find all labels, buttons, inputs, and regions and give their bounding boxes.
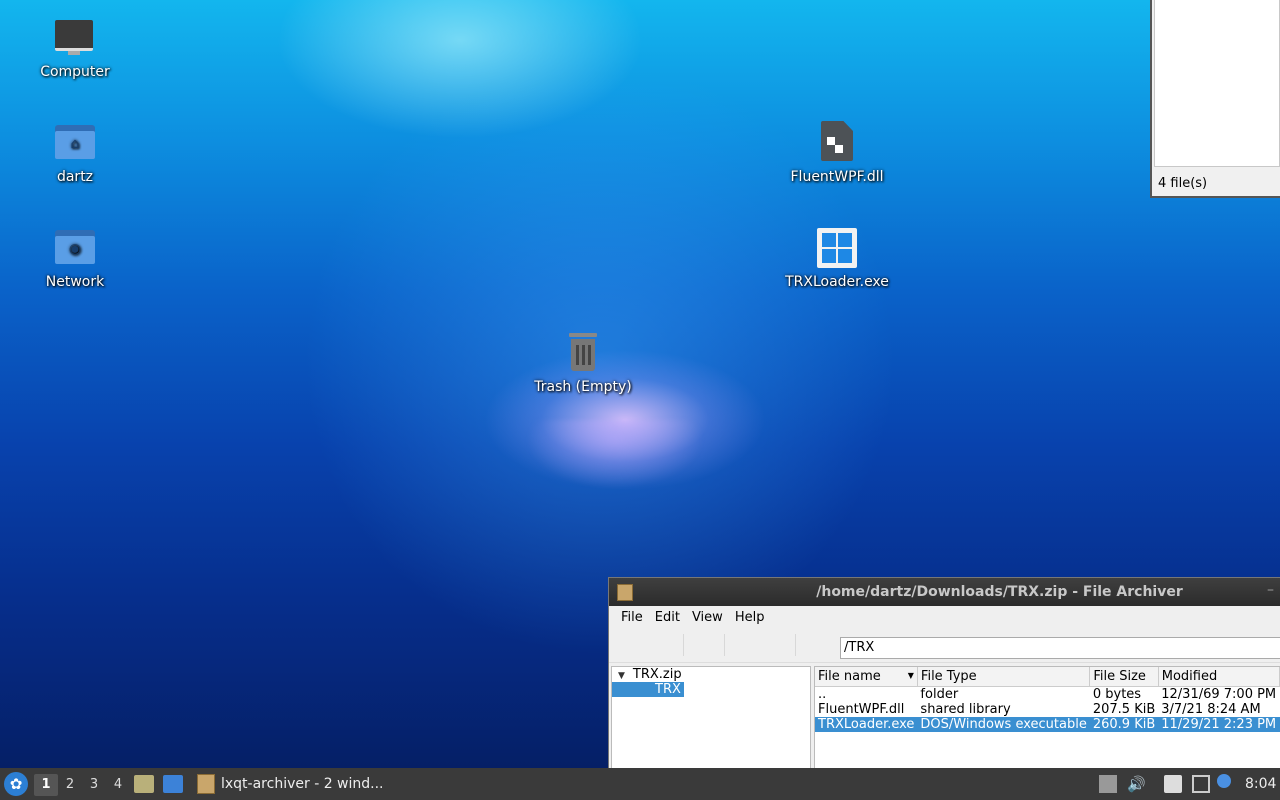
file-view[interactable] (1154, 0, 1280, 167)
desktop-icon-trxloader-exe[interactable]: TRXLoader.exe (782, 226, 892, 290)
clock[interactable]: 8:04 (1245, 776, 1276, 792)
toolbar-separator (724, 634, 725, 656)
table-row[interactable]: .. folder 0 bytes 12/31/69 7:00 PM (815, 687, 1280, 702)
desktop: Computer ⌂ dartz ◉ Network Trash (Empty)… (0, 0, 1280, 768)
show-desktop-icon[interactable] (163, 775, 183, 793)
file-archiver-window[interactable]: /home/dartz/Downloads/TRX.zip - File Arc… (608, 577, 1280, 768)
status-bar-text: 4 file(s) (1158, 176, 1208, 191)
windows-executable-icon (815, 226, 859, 270)
desktop-button-4[interactable]: 4 (106, 774, 130, 796)
desktop-icon-label: dartz (56, 169, 94, 185)
location-field[interactable]: /TRX (840, 637, 1280, 659)
desktop-switcher: 1 2 3 4 (34, 774, 130, 796)
cell-size: 207.5 KiB (1092, 702, 1156, 717)
desktop-icon-trash[interactable]: Trash (Empty) (528, 331, 638, 395)
cell-type: shared library (920, 702, 1011, 717)
table-row[interactable]: FluentWPF.dll shared library 207.5 KiB 3… (815, 702, 1280, 717)
home-folder-icon: ⌂ (53, 121, 97, 165)
cell-modified: 3/7/21 8:24 AM (1161, 702, 1261, 717)
cell-type: DOS/Windows executable (917, 717, 1090, 732)
file-list[interactable]: File name ▼ File Type File Size Modified … (814, 666, 1280, 768)
cell-size: 0 bytes (1092, 687, 1142, 702)
folder-tree[interactable]: ▼ TRX.zip TRX (611, 666, 811, 768)
cell-name: FluentWPF.dll (818, 702, 905, 717)
desktop-icon-label: Computer (40, 64, 110, 80)
desktop-icon-label: Network (45, 274, 105, 290)
file-manager-launcher-icon[interactable] (134, 775, 154, 793)
minimize-icon[interactable]: – (1267, 582, 1274, 598)
desktop-icon-computer[interactable]: Computer (20, 16, 130, 80)
desktop-button-1[interactable]: 1 (34, 774, 58, 796)
desktop-icon-label: TRXLoader.exe (785, 274, 889, 290)
cell-size: 260.9 KiB (1089, 717, 1159, 732)
computer-icon (53, 16, 97, 60)
cell-name: .. (818, 687, 827, 702)
start-menu-icon[interactable]: ✿ (4, 772, 28, 796)
desktop-icon-fluentwpf-dll[interactable]: FluentWPF.dll (782, 121, 892, 185)
cell-type: folder (920, 687, 959, 702)
column-header-type[interactable]: File Type (917, 667, 1091, 687)
volume-icon[interactable]: 🔊 (1127, 775, 1146, 793)
clipboard-icon[interactable] (1164, 775, 1182, 793)
tree-node-label: TRX.zip (632, 667, 682, 682)
menu-help[interactable]: Help (729, 610, 771, 625)
cell-name: TRXLoader.exe (815, 717, 918, 732)
desktop-icon-home[interactable]: ⌂ dartz (20, 121, 130, 185)
expand-arrow-icon[interactable]: ▼ (618, 671, 625, 681)
menu-file[interactable]: File (615, 610, 649, 625)
desktop-button-2[interactable]: 2 (58, 774, 82, 796)
archive-icon (197, 774, 215, 794)
network-icon[interactable] (1192, 775, 1210, 793)
window-titlebar[interactable]: /home/dartz/Downloads/TRX.zip - File Arc… (609, 578, 1280, 606)
wallpaper-jellyfish (500, 420, 730, 530)
tray-expand-icon[interactable] (1099, 775, 1117, 793)
menu-edit[interactable]: Edit (649, 610, 686, 625)
network-folder-icon: ◉ (53, 226, 97, 270)
trash-icon (561, 331, 605, 375)
column-header-modified[interactable]: Modified (1158, 667, 1280, 687)
desktop-button-3[interactable]: 3 (82, 774, 106, 796)
table-row-selected[interactable]: TRXLoader.exe DOS/Windows executable 260… (815, 717, 1280, 732)
column-header-size[interactable]: File Size (1089, 667, 1159, 687)
task-label: lxqt-archiver - 2 wind... (221, 776, 384, 792)
desktop-icon-label: FluentWPF.dll (790, 169, 884, 185)
menu-view[interactable]: View (686, 610, 729, 625)
toolbar-separator (683, 634, 684, 656)
column-header-name[interactable]: File name ▼ (815, 667, 918, 687)
cell-modified: 11/29/21 2:23 PM (1158, 717, 1280, 732)
window-title: /home/dartz/Downloads/TRX.zip - File Arc… (816, 584, 1183, 600)
file-manager-window-partial[interactable]: 4 file(s) (1150, 0, 1280, 198)
toolbar: /TRX (609, 628, 1280, 663)
shared-library-icon (815, 121, 859, 165)
desktop-icon-network[interactable]: ◉ Network (20, 226, 130, 290)
taskbar: ✿ 1 2 3 4 lxqt-archiver - 2 wind... 🔊 8:… (0, 768, 1280, 800)
desktop-icon-label: Trash (Empty) (534, 379, 632, 395)
cell-modified: 12/31/69 7:00 PM (1161, 687, 1277, 702)
sort-down-icon: ▼ (907, 671, 914, 680)
update-notifier-icon[interactable] (1217, 774, 1231, 788)
toolbar-separator (795, 634, 796, 656)
menu-bar: File Edit View Help (609, 606, 1280, 628)
taskbar-task-lxqt-archiver[interactable]: lxqt-archiver - 2 wind... (193, 770, 398, 798)
tree-node-root[interactable]: ▼ TRX.zip (612, 667, 810, 682)
tree-node-trx[interactable]: TRX (612, 682, 684, 697)
